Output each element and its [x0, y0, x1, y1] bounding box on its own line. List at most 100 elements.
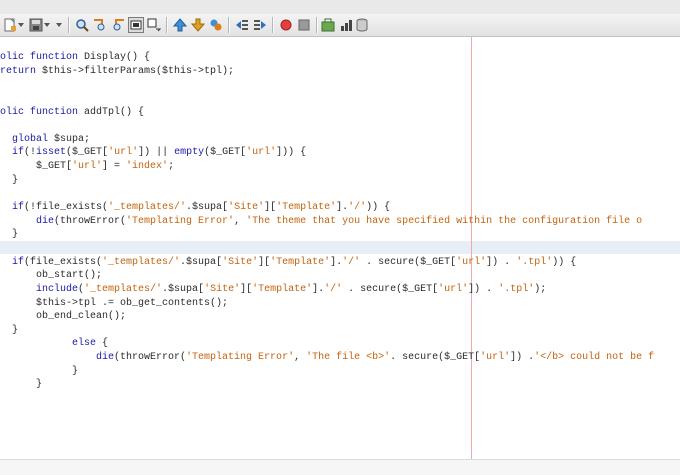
- code-token: ,: [234, 215, 247, 227]
- record-macro-icon[interactable]: [278, 17, 294, 33]
- chart-icon[interactable]: [338, 17, 354, 33]
- horizontal-scrollbar[interactable]: [0, 459, 680, 475]
- code-token: ].: [330, 256, 343, 268]
- code-token: 'url': [108, 147, 139, 159]
- code-token: 'index': [126, 161, 169, 173]
- code-token: . secure($_GET[: [360, 256, 457, 268]
- code-token: ob_end_clean();: [0, 311, 127, 323]
- toggle-highlight-icon[interactable]: [128, 17, 144, 33]
- code-token: ].: [312, 283, 325, 295]
- code-token: 'url': [456, 256, 487, 268]
- code-token: }: [0, 379, 43, 391]
- code-line: if(!isset($_GET['url']) || empty($_GET['…: [0, 146, 654, 160]
- code-line: else {: [0, 337, 654, 351]
- code-editor[interactable]: olic function Display() {return $this->f…: [0, 37, 680, 474]
- code-token: ] =: [102, 161, 127, 173]
- code-token: )) {: [366, 202, 391, 214]
- code-token: }: [0, 324, 19, 336]
- code-text: olic function Display() {return $this->f…: [0, 51, 654, 392]
- code-token: '_templates/': [84, 283, 163, 295]
- code-line: if(!file_exists('_templates/'.$supa['Sit…: [0, 201, 654, 215]
- toolbar-separator: [68, 17, 70, 33]
- code-line: ob_start();: [0, 269, 654, 283]
- save-icon[interactable]: [28, 17, 44, 33]
- new-file-icon[interactable]: [2, 17, 18, 33]
- code-line: if(file_exists('_templates/'.$supa['Site…: [0, 256, 654, 270]
- toolbar-separator: [228, 17, 230, 33]
- code-token: 'url': [480, 352, 511, 364]
- find-previous-icon[interactable]: [92, 17, 108, 33]
- code-token: (throwError(: [54, 215, 127, 227]
- toggle-bookmark-icon[interactable]: [208, 17, 224, 33]
- code-token: 'Site': [228, 202, 265, 214]
- code-token: olic function: [0, 106, 79, 118]
- code-line: }: [0, 378, 654, 392]
- code-token: olic function: [0, 52, 79, 63]
- code-token: '/': [342, 256, 361, 268]
- dropdown-arrow-icon[interactable]: [43, 17, 51, 33]
- next-bookmark-icon[interactable]: [190, 17, 206, 33]
- code-token: 'Templating Error': [186, 352, 295, 364]
- code-token: 'The file <b>': [306, 352, 391, 364]
- code-token: .$supa[: [180, 256, 223, 268]
- shift-left-icon[interactable]: [234, 17, 250, 33]
- code-token: '_templates/': [102, 256, 181, 268]
- code-token: $this->tpl .= ob_get_contents();: [0, 297, 229, 309]
- code-token: isset: [36, 147, 67, 159]
- toolbar-separator: [316, 17, 318, 33]
- stop-macro-icon[interactable]: [296, 17, 312, 33]
- window-title-bar: [0, 0, 680, 15]
- replace-icon[interactable]: [146, 17, 162, 33]
- code-token: (!: [24, 147, 37, 159]
- dropdown-arrow-icon[interactable]: [17, 17, 25, 33]
- find-icon[interactable]: [74, 17, 90, 33]
- code-token: )) {: [552, 256, 577, 268]
- code-token: die: [0, 215, 55, 227]
- code-line: $this->tpl .= ob_get_contents();: [0, 297, 654, 311]
- code-token: 'Site': [204, 283, 241, 295]
- code-line: }: [0, 365, 654, 379]
- code-token: ,: [294, 352, 307, 364]
- code-token: 'Template': [276, 202, 337, 214]
- code-token: if: [0, 147, 25, 159]
- code-token: );: [534, 283, 547, 295]
- editor-toolbar: [0, 14, 680, 37]
- code-token: else: [0, 338, 97, 350]
- code-token: '/': [324, 283, 343, 295]
- code-token: ;: [168, 161, 175, 173]
- code-token: .$supa[: [186, 202, 229, 214]
- code-token: ])) {: [276, 147, 307, 159]
- code-token: ($_GET[: [66, 147, 109, 159]
- code-token: addTpl() {: [78, 106, 145, 118]
- code-token: 'Template': [252, 283, 313, 295]
- code-token: ]) .: [486, 256, 517, 268]
- code-token: empty: [174, 147, 205, 159]
- toolbar-separator: [166, 17, 168, 33]
- code-token: return: [0, 65, 37, 77]
- code-token: global: [0, 133, 49, 145]
- code-token: die: [0, 352, 115, 364]
- code-token: '/': [348, 202, 367, 214]
- code-line: include('_templates/'.$supa['Site']['Tem…: [0, 283, 654, 297]
- code-token: {: [96, 338, 109, 350]
- code-token: if: [0, 202, 25, 214]
- code-token: 'Site': [222, 256, 259, 268]
- code-line: die(throwError('Templating Error', 'The …: [0, 215, 654, 229]
- code-token: (file_exists(: [24, 256, 103, 268]
- code-token: $supa;: [48, 133, 91, 145]
- run-icon[interactable]: [320, 17, 336, 33]
- previous-bookmark-icon[interactable]: [172, 17, 188, 33]
- code-token: Display() {: [78, 52, 151, 63]
- database-icon[interactable]: [354, 17, 370, 33]
- find-next-icon[interactable]: [110, 17, 126, 33]
- dropdown-arrow-icon[interactable]: [55, 17, 63, 33]
- code-token: . secure($_GET[: [342, 283, 439, 295]
- code-token: ($_GET[: [204, 147, 247, 159]
- shift-right-icon[interactable]: [252, 17, 268, 33]
- code-token: ][: [258, 256, 271, 268]
